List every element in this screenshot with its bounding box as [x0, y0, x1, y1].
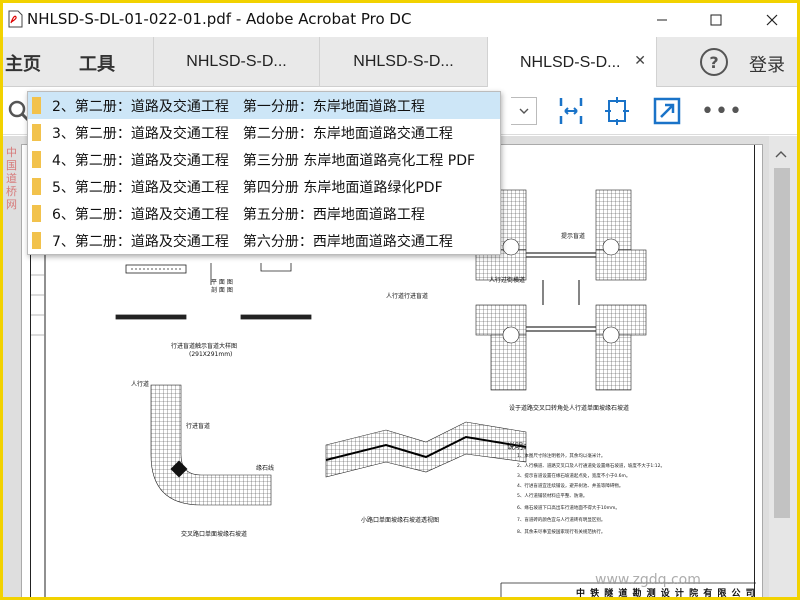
rotate-icon[interactable]	[601, 95, 633, 127]
scrollbar-thumb[interactable]	[774, 168, 790, 518]
window-title: NHLSD-S-DL-01-022-01.pdf - Adobe Acrobat…	[27, 10, 412, 28]
maximize-icon	[710, 14, 722, 26]
maximize-button[interactable]	[691, 3, 741, 37]
nav-tools[interactable]: 工具	[79, 50, 115, 76]
note-line: 2、人行横道、道路交叉口及人行通道处设置缘石坡道，坡度不大于1:12。	[517, 464, 665, 469]
drawing-label: 行进盲道触示盲道大样图	[171, 343, 238, 350]
minimize-icon	[657, 19, 667, 21]
zoom-dropdown[interactable]	[511, 97, 537, 125]
suggestion-label: 7、第二册：道路及交通工程 第六分册：西岸地面道路交通工程	[52, 233, 453, 250]
folder-icon	[32, 232, 41, 249]
help-button[interactable]: ?	[700, 48, 728, 76]
nav-home[interactable]: 主页	[5, 50, 41, 76]
drawing-label: (291X291mm)	[189, 351, 233, 358]
suggestion-item[interactable]: 5、第二册：道路及交通工程 第四分册 东岸地面道路绿化PDF	[28, 173, 500, 200]
drawing-label: 人行道行进盲道	[386, 293, 429, 300]
note-line: 5、人行道铺装材料应平整、防滑。	[517, 494, 588, 499]
tab-close-icon[interactable]: ✕	[634, 52, 646, 69]
drawing-label: 交叉路口单面坡缘石坡道	[181, 531, 248, 538]
drawing-label: 提示盲道	[561, 233, 586, 240]
suggestion-item[interactable]: 7、第二册：道路及交通工程 第六分册：西岸地面道路交通工程	[28, 227, 500, 254]
document-tab[interactable]: NHLSD-S-D...	[319, 37, 487, 87]
sign-in-link[interactable]: 登录	[749, 51, 785, 77]
fullscreen-icon[interactable]	[651, 95, 683, 127]
scroll-up-arrow-icon[interactable]	[775, 150, 787, 158]
suggestion-label: 5、第二册：道路及交通工程 第四分册 东岸地面道路绿化PDF	[52, 179, 443, 196]
drawing-label: 人行过街横道	[489, 277, 526, 284]
folder-icon	[32, 124, 41, 141]
suggestion-item[interactable]: 4、第二册：道路及交通工程 第三分册 东岸地面道路亮化工程 PDF	[28, 146, 500, 173]
tab-label: NHLSD-S-D...	[353, 53, 454, 70]
document-tab-active[interactable]: NHLSD-S-D... ✕	[487, 37, 657, 88]
vertical-scrollbar[interactable]	[769, 136, 797, 597]
drawing-label: 人行道	[131, 381, 150, 388]
note-line: 1、本图尺寸除注明者外，其余均以毫米计。	[517, 454, 606, 459]
acrobat-app-icon	[8, 10, 23, 28]
folder-icon	[32, 178, 41, 195]
close-icon	[766, 14, 778, 26]
suggestion-label: 3、第二册：道路及交通工程 第二分册：东岸地面道路交通工程	[52, 125, 453, 142]
close-button[interactable]	[747, 3, 797, 37]
suggestion-label: 6、第二册：道路及交通工程 第五分册：西岸地面道路工程	[52, 206, 425, 223]
acrobat-window: NHLSD-S-DL-01-022-01.pdf - Adobe Acrobat…	[0, 0, 800, 600]
tab-label: NHLSD-S-D...	[520, 53, 621, 71]
note-line: 3、提示盲道设置在缘石坡道起点处，宽度不小于0.6m。	[517, 474, 631, 479]
chevron-down-icon	[519, 108, 528, 114]
document-tab[interactable]: NHLSD-S-D...	[153, 37, 319, 87]
suggestion-item[interactable]: 6、第二册：道路及交通工程 第五分册：西岸地面道路工程	[28, 200, 500, 227]
folder-icon	[32, 97, 41, 114]
drawing-label: 剖 面 图	[211, 287, 233, 294]
suggestion-item[interactable]: 3、第二册：道路及交通工程 第二分册：东岸地面道路交通工程	[28, 119, 500, 146]
folder-icon	[32, 151, 41, 168]
notes-title: 说明：	[507, 442, 531, 451]
watermark-left: 中国道桥网	[6, 146, 17, 211]
drawing-label: 缘石线	[256, 465, 275, 472]
drawing-label: 行进盲道	[186, 423, 211, 430]
drawing-label: 小路口单面坡缘石坡道透视图	[361, 517, 440, 524]
title-bar: NHLSD-S-DL-01-022-01.pdf - Adobe Acrobat…	[3, 3, 797, 37]
note-line: 6、缘石坡道下口高出车行道地面不得大于10mm。	[517, 506, 620, 511]
suggestion-label: 4、第二册：道路及交通工程 第三分册 东岸地面道路亮化工程 PDF	[52, 152, 476, 169]
drawing-label: 设于道路交叉口转角处人行道单面坡缘石坡道	[509, 405, 630, 412]
fit-width-icon[interactable]	[555, 95, 587, 127]
note-line: 8、其余未尽事宜按国家现行有关规范执行。	[517, 530, 606, 535]
search-suggestions-dropdown: 2、第二册：道路及交通工程 第一分册：东岸地面道路工程 3、第二册：道路及交通工…	[27, 91, 501, 255]
watermark-bottom: www.zgdq.com	[595, 572, 701, 588]
minimize-button[interactable]	[637, 3, 687, 37]
tab-label: NHLSD-S-D...	[186, 53, 287, 70]
more-options-icon[interactable]: •••	[701, 99, 743, 124]
folder-icon	[32, 205, 41, 222]
note-line: 7、盲道砖的颜色宜与人行道砖有明显区别。	[517, 518, 606, 523]
note-line: 4、行进盲道宜连续铺设，避开树池、井盖等障碍物。	[517, 484, 624, 489]
suggestion-label: 2、第二册：道路及交通工程 第一分册：东岸地面道路工程	[52, 98, 425, 115]
suggestion-item[interactable]: 2、第二册：道路及交通工程 第一分册：东岸地面道路工程	[28, 92, 500, 119]
tab-bar: 主页 工具 NHLSD-S-D... NHLSD-S-D... NHLSD-S-…	[3, 37, 797, 88]
